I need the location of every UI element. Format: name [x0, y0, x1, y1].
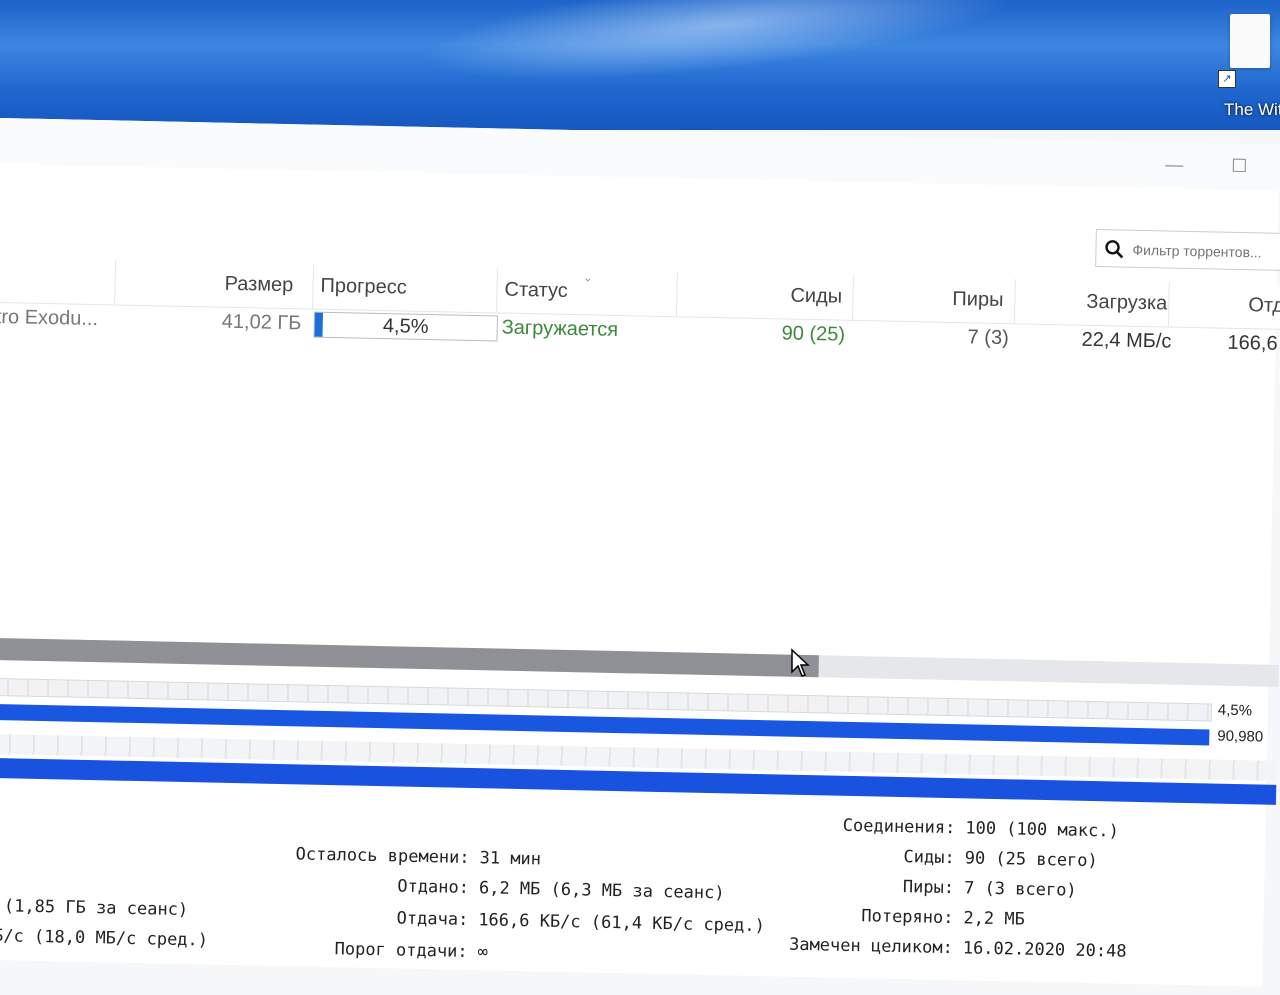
- time-left-value: 31 мин: [479, 848, 542, 870]
- seeds-value: 90 (25 всего): [964, 848, 1098, 872]
- uploaded-value: 6,2 МБ (6,3 МБ за сеанс): [478, 878, 725, 904]
- share-ratio-label: Порог отдачи:: [334, 939, 468, 962]
- column-size[interactable]: Размер: [224, 273, 293, 297]
- peers-value: 7 (3 всего): [963, 878, 1077, 901]
- horizontal-scrollbar[interactable]: [0, 637, 1279, 687]
- torrent-upload-speed: 166,6 I: [1227, 331, 1280, 355]
- column-upload[interactable]: Отд: [1248, 294, 1280, 318]
- column-status[interactable]: Статус: [504, 279, 568, 303]
- column-separator[interactable]: [675, 272, 678, 317]
- column-separator[interactable]: [114, 260, 117, 305]
- last-seen-complete-label: Замечен целиком:: [788, 934, 954, 959]
- downloaded-value: Б (1,85 ГБ за сеанс): [0, 895, 189, 921]
- sort-chevron-icon: ⌄: [582, 270, 593, 285]
- last-seen-complete-value: 16.02.2020 20:48: [962, 938, 1127, 962]
- torrent-download-speed: 22,4 МБ/с: [1081, 328, 1172, 353]
- scrollbar-thumb[interactable]: [0, 637, 819, 678]
- column-separator[interactable]: [312, 264, 314, 309]
- upload-speed-value: 166,6 КБ/с (61,4 КБ/с сред.): [478, 910, 766, 937]
- time-left-label: Осталось времени:: [295, 844, 470, 868]
- upload-speed-label: Отдача:: [396, 908, 469, 930]
- column-progress[interactable]: Прогресс: [320, 275, 407, 300]
- column-separator[interactable]: [851, 275, 854, 320]
- connections-label: Соединения:: [842, 815, 956, 839]
- wallpaper-light-streak: [416, 0, 1024, 102]
- availability-label: 90,980: [1217, 727, 1264, 746]
- share-ratio-value: ∞: [477, 942, 489, 963]
- torrent-name: tro Exodu...: [0, 305, 99, 331]
- torrent-filter-search[interactable]: [1095, 228, 1280, 271]
- desktop-shortcut-label: The Witc: [1224, 100, 1280, 119]
- column-download[interactable]: Загрузка: [1086, 291, 1167, 316]
- torrent-size: 41,02 ГБ: [221, 310, 302, 335]
- column-seeds[interactable]: Сиды: [790, 285, 842, 309]
- maximize-icon[interactable]: ☐: [1231, 156, 1248, 177]
- torrent-client-window: — ☐ Размер Прогресс Статус ⌄ Сиды Пиры З…: [0, 118, 1280, 987]
- search-icon: [1105, 240, 1124, 259]
- torrent-progress-bar: 4,5%: [313, 311, 498, 342]
- pieces-progress-label: 4,5%: [1217, 701, 1253, 720]
- torrent-filter-input[interactable]: [1130, 237, 1280, 265]
- connections-value: 100 (100 макс.): [965, 818, 1120, 842]
- uploaded-label: Отдано:: [397, 876, 470, 898]
- file-icon: [1230, 14, 1270, 68]
- shortcut-arrow-icon: ↗: [1218, 70, 1236, 88]
- column-separator[interactable]: [496, 268, 498, 313]
- desktop-background: ↗ The Witc: [0, 0, 1280, 130]
- mouse-cursor-icon: [791, 648, 810, 677]
- download-speed-value: МБ/с (18,0 МБ/с сред.): [0, 925, 209, 951]
- column-separator[interactable]: [1167, 282, 1170, 327]
- torrent-details-panel: Б (1,85 ГБ за сеанс) МБ/с (18,0 МБ/с сре…: [0, 798, 1275, 995]
- torrent-progress-text: 4,5%: [382, 315, 429, 339]
- column-peers[interactable]: Пиры: [952, 288, 1003, 312]
- wasted-label: Потеряно:: [861, 906, 954, 929]
- seeds-label: Сиды:: [903, 847, 955, 869]
- wasted-value: 2,2 МБ: [963, 908, 1026, 930]
- column-separator[interactable]: [1013, 279, 1016, 324]
- torrent-peers: 7 (3): [967, 326, 1009, 350]
- peers-label: Пиры:: [902, 877, 955, 899]
- torrent-seeds: 90 (25): [781, 322, 846, 346]
- minimize-icon[interactable]: —: [1165, 154, 1183, 175]
- desktop-shortcut[interactable]: ↗ The Witc: [1200, 14, 1280, 124]
- torrent-status: Загружается: [501, 316, 619, 341]
